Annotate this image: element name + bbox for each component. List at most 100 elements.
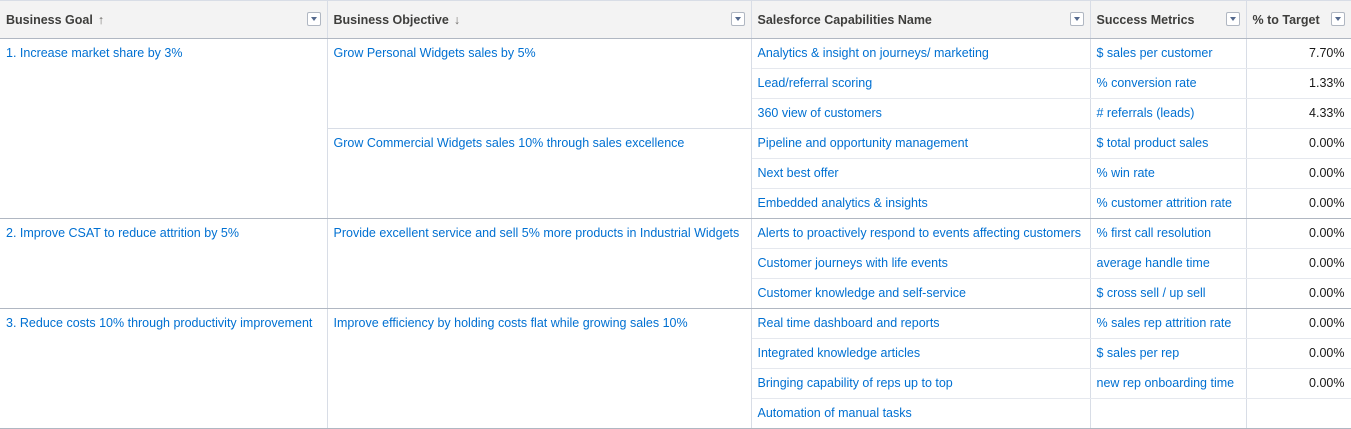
business-objective-link[interactable]: Grow Personal Widgets sales by 5%: [334, 46, 536, 60]
percent-to-target-cell: 0.00%: [1246, 248, 1351, 279]
table-row: 2. Improve CSAT to reduce attrition by 5…: [0, 218, 1351, 309]
table-row: 1. Increase market share by 3% Grow Perso…: [0, 38, 1351, 219]
column-label: % to Target: [1252, 12, 1320, 27]
percent-to-target-cell: 0.00%: [1246, 188, 1351, 219]
metric-link[interactable]: % customer attrition rate: [1097, 196, 1232, 210]
capability-cell: Real time dashboard and reports: [751, 308, 1091, 339]
header-row: Business Goal ↑ Business Objective ↓ Salesfo…: [0, 0, 1351, 39]
metric-link[interactable]: $ sales per customer: [1097, 46, 1213, 60]
metric-link[interactable]: % win rate: [1097, 166, 1155, 180]
column-header-percent-to-target[interactable]: % to Target: [1246, 0, 1351, 39]
business-objective-cell: Provide excellent service and sell 5% mo…: [327, 218, 752, 309]
capability-link[interactable]: Pipeline and opportunity management: [758, 136, 969, 150]
column-label: Salesforce Capabilities Name: [757, 12, 932, 27]
capability-cell: Pipeline and opportunity management: [751, 128, 1091, 159]
capability-link[interactable]: Customer journeys with life events: [758, 256, 948, 270]
percent-to-target-cell: 7.70%: [1246, 38, 1351, 69]
capability-cell: 360 view of customers: [751, 98, 1091, 129]
business-goal-cell: 3. Reduce costs 10% through productivity…: [0, 308, 328, 429]
sort-arrow-icon[interactable]: ↑: [98, 13, 104, 27]
metric-cell: $ sales per customer: [1090, 38, 1247, 69]
percent-to-target-cell: 0.00%: [1246, 218, 1351, 249]
column-menu-dropdown-icon[interactable]: [1225, 12, 1240, 26]
capability-cell: Embedded analytics & insights: [751, 188, 1091, 219]
business-goal-link[interactable]: 1. Increase market share by 3%: [6, 46, 182, 60]
metric-cell: % first call resolution: [1090, 218, 1247, 249]
metric-cell: $ cross sell / up sell: [1090, 278, 1247, 309]
capability-link[interactable]: Next best offer: [758, 166, 839, 180]
business-objective-link[interactable]: Improve efficiency by holding costs flat…: [334, 316, 688, 330]
column-menu-dropdown-icon[interactable]: [730, 12, 745, 26]
table-body: 1. Increase market share by 3% Grow Perso…: [0, 38, 1351, 429]
capability-cell: Automation of manual tasks: [751, 398, 1091, 429]
capability-link[interactable]: Integrated knowledge articles: [758, 346, 921, 360]
column-label: Business Goal: [6, 12, 93, 27]
metric-cell: new rep onboarding time: [1090, 368, 1247, 399]
capability-link[interactable]: Embedded analytics & insights: [758, 196, 928, 210]
capability-link[interactable]: Real time dashboard and reports: [758, 316, 940, 330]
capability-cell: Alerts to proactively respond to events …: [751, 218, 1091, 249]
business-objective-link[interactable]: Provide excellent service and sell 5% mo…: [334, 226, 740, 240]
column-header-business-goal[interactable]: Business Goal ↑: [0, 0, 328, 39]
report-table: Business Goal ↑ Business Objective ↓ Salesfo…: [0, 0, 1351, 429]
metric-link[interactable]: $ total product sales: [1097, 136, 1209, 150]
capability-link[interactable]: Automation of manual tasks: [758, 406, 912, 420]
column-label: Business Objective: [333, 12, 449, 27]
column-menu-dropdown-icon[interactable]: [306, 12, 321, 26]
metric-link[interactable]: % sales rep attrition rate: [1097, 316, 1232, 330]
metric-cell: % sales rep attrition rate: [1090, 308, 1247, 339]
column-label: Success Metrics: [1096, 12, 1195, 27]
capability-cell: Customer knowledge and self-service: [751, 278, 1091, 309]
capability-cell: Lead/referral scoring: [751, 68, 1091, 99]
metric-cell: $ sales per rep: [1090, 338, 1247, 369]
metric-cell: $ total product sales: [1090, 128, 1247, 159]
metric-cell: % win rate: [1090, 158, 1247, 189]
column-menu-dropdown-icon[interactable]: [1069, 12, 1084, 26]
capability-cell: Bringing capability of reps up to top: [751, 368, 1091, 399]
metric-cell: [1090, 398, 1247, 429]
metric-link[interactable]: $ cross sell / up sell: [1097, 286, 1206, 300]
percent-to-target-cell: 0.00%: [1246, 128, 1351, 159]
column-header-business-objective[interactable]: Business Objective ↓: [327, 0, 752, 39]
percent-to-target-cell: 1.33%: [1246, 68, 1351, 99]
business-objective-link[interactable]: Grow Commercial Widgets sales 10% throug…: [334, 136, 685, 150]
percent-to-target-cell: 0.00%: [1246, 368, 1351, 399]
capability-cell: Next best offer: [751, 158, 1091, 189]
metric-link[interactable]: # referrals (leads): [1097, 106, 1195, 120]
percent-to-target-cell: 0.00%: [1246, 338, 1351, 369]
column-header-success-metrics[interactable]: Success Metrics: [1090, 0, 1247, 39]
capability-cell: Analytics & insight on journeys/ marketi…: [751, 38, 1091, 69]
percent-to-target-cell: [1246, 398, 1351, 429]
business-goal-link[interactable]: 2. Improve CSAT to reduce attrition by 5…: [6, 226, 239, 240]
metric-cell: % customer attrition rate: [1090, 188, 1247, 219]
metric-link[interactable]: % first call resolution: [1097, 226, 1212, 240]
column-menu-dropdown-icon[interactable]: [1330, 12, 1345, 26]
capability-link[interactable]: Bringing capability of reps up to top: [758, 376, 953, 390]
percent-to-target-cell: 0.00%: [1246, 158, 1351, 189]
percent-to-target-cell: 0.00%: [1246, 278, 1351, 309]
metric-link[interactable]: $ sales per rep: [1097, 346, 1180, 360]
capability-link[interactable]: Lead/referral scoring: [758, 76, 873, 90]
metric-cell: % conversion rate: [1090, 68, 1247, 99]
business-objective-cell: Grow Commercial Widgets sales 10% throug…: [327, 128, 752, 219]
capability-link[interactable]: Analytics & insight on journeys/ marketi…: [758, 46, 989, 60]
business-objective-cell: Grow Personal Widgets sales by 5%: [327, 38, 752, 129]
metric-cell: # referrals (leads): [1090, 98, 1247, 129]
metric-link[interactable]: % conversion rate: [1097, 76, 1197, 90]
capability-cell: Integrated knowledge articles: [751, 338, 1091, 369]
percent-to-target-cell: 0.00%: [1246, 308, 1351, 339]
business-goal-link[interactable]: 3. Reduce costs 10% through productivity…: [6, 316, 312, 330]
percent-to-target-cell: 4.33%: [1246, 98, 1351, 129]
business-objective-cell: Improve efficiency by holding costs flat…: [327, 308, 752, 429]
column-header-capabilities-name[interactable]: Salesforce Capabilities Name: [751, 0, 1091, 39]
capability-link[interactable]: Alerts to proactively respond to events …: [758, 226, 1082, 240]
metric-cell: average handle time: [1090, 248, 1247, 279]
metric-link[interactable]: new rep onboarding time: [1097, 376, 1235, 390]
capability-link[interactable]: 360 view of customers: [758, 106, 882, 120]
metric-link[interactable]: average handle time: [1097, 256, 1210, 270]
table-row: 3. Reduce costs 10% through productivity…: [0, 308, 1351, 429]
business-goal-cell: 1. Increase market share by 3%: [0, 38, 328, 219]
capability-link[interactable]: Customer knowledge and self-service: [758, 286, 966, 300]
business-goal-cell: 2. Improve CSAT to reduce attrition by 5…: [0, 218, 328, 309]
sort-arrow-icon[interactable]: ↓: [454, 13, 460, 27]
